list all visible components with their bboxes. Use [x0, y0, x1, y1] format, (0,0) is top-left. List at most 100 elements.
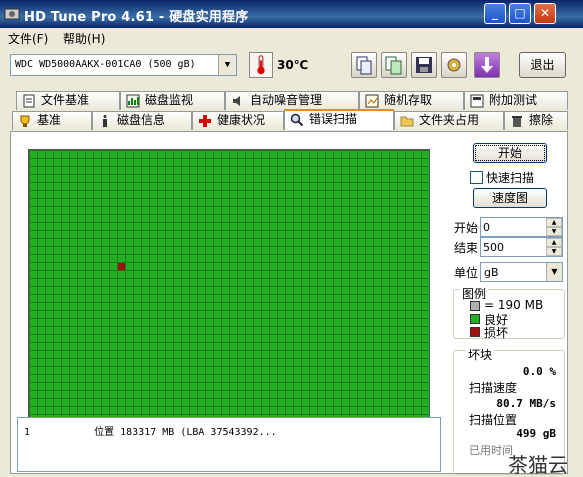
scan-block [198, 215, 205, 222]
scan-block [62, 391, 69, 398]
scan-block [390, 231, 397, 238]
tab-health[interactable]: 健康状况 [192, 111, 284, 130]
scan-block [302, 351, 309, 358]
scan-block [422, 183, 429, 190]
scan-block [62, 359, 69, 366]
scan-block [142, 207, 149, 214]
download-button[interactable] [474, 52, 500, 78]
scan-block [366, 391, 373, 398]
scan-block [246, 223, 253, 230]
tab-disk-info[interactable]: 磁盘信息 [92, 111, 192, 130]
scan-block [62, 199, 69, 206]
scan-block [70, 215, 77, 222]
scan-block [110, 207, 117, 214]
scan-block [214, 351, 221, 358]
scan-block [150, 263, 157, 270]
unit-label: 单位 [454, 266, 479, 280]
scan-block [38, 199, 45, 206]
tab-benchmark[interactable]: 基准 [12, 111, 92, 130]
scan-block [390, 327, 397, 334]
spin-down-icon[interactable]: ▼ [546, 247, 562, 256]
exit-button[interactable]: 退出 [519, 52, 566, 78]
scan-block [46, 407, 53, 414]
minimize-button[interactable]: _ [484, 3, 506, 24]
scan-block [246, 287, 253, 294]
scan-block [358, 231, 365, 238]
scan-block [142, 271, 149, 278]
scan-block [158, 327, 165, 334]
save-button[interactable] [411, 52, 437, 78]
quick-scan-checkbox[interactable] [470, 171, 483, 184]
scan-block [38, 231, 45, 238]
speed-map-button[interactable]: 速度图 [473, 188, 547, 208]
scan-block [94, 199, 101, 206]
menu-file[interactable]: 文件(F) [8, 30, 48, 47]
scan-block [326, 359, 333, 366]
scan-block [246, 303, 253, 310]
scan-block [270, 247, 277, 254]
scan-block [190, 335, 197, 342]
position-value: 499 gB [516, 427, 556, 440]
scan-block [110, 167, 117, 174]
scan-block [158, 183, 165, 190]
scan-block [38, 159, 45, 166]
scan-block [46, 239, 53, 246]
start-position-input[interactable]: 0 ▲ ▼ [480, 217, 563, 237]
scan-block [398, 383, 405, 390]
scan-block [110, 303, 117, 310]
scan-block [46, 247, 53, 254]
scan-block [70, 287, 77, 294]
scan-block [374, 359, 381, 366]
scan-block [326, 311, 333, 318]
spin-up-icon[interactable]: ▲ [546, 238, 562, 247]
options-button[interactable] [441, 52, 467, 78]
unit-select[interactable]: gB ▼ [480, 262, 563, 282]
tab-extra-tests[interactable]: 附加测试 [464, 91, 568, 110]
drive-select[interactable]: WDC WD5000AAKX-001CA0 (500 gB) ▼ [10, 54, 237, 76]
spin-up-icon[interactable]: ▲ [546, 218, 562, 227]
scan-block [198, 151, 205, 158]
window-title: HD Tune Pro 4.61 - 硬盘实用程序 [24, 10, 249, 25]
scan-block [174, 159, 181, 166]
tab-error-scan[interactable]: 错误扫描 [284, 109, 394, 130]
maximize-button[interactable]: □ [509, 3, 531, 24]
scan-block [246, 367, 253, 374]
tab-acoustic-management[interactable]: 自动噪音管理 [225, 91, 359, 110]
scan-block [374, 175, 381, 182]
end-position-input[interactable]: 500 ▲ ▼ [480, 237, 563, 257]
scan-block [382, 167, 389, 174]
scan-block [94, 383, 101, 390]
scan-block [30, 335, 37, 342]
tab-folder-usage[interactable]: 文件夹占用 [394, 111, 504, 130]
tab-random-access[interactable]: 随机存取 [359, 91, 464, 110]
scan-block [326, 295, 333, 302]
scan-block [70, 407, 77, 414]
menu-help[interactable]: 帮助(H) [63, 30, 105, 47]
scan-block [214, 311, 221, 318]
tab-disk-monitor[interactable]: 磁盘监视 [120, 91, 225, 110]
scan-block [414, 279, 421, 286]
scan-block [262, 207, 269, 214]
app-icon [4, 8, 20, 20]
scan-block [286, 343, 293, 350]
scan-block [190, 375, 197, 382]
scan-block [254, 223, 261, 230]
close-button[interactable]: ✕ [534, 3, 556, 24]
start-button[interactable]: 开始 [473, 143, 547, 163]
scan-block [302, 215, 309, 222]
scan-block [38, 399, 45, 406]
copy-info-button[interactable] [351, 52, 377, 78]
tab-erase[interactable]: 擦除 [504, 111, 568, 130]
copy-screenshot-button[interactable] [381, 52, 407, 78]
scan-block [126, 343, 133, 350]
scan-block [262, 159, 269, 166]
scan-block [126, 383, 133, 390]
spin-down-icon[interactable]: ▼ [546, 227, 562, 236]
tab-file-benchmark[interactable]: 文件基准 [16, 91, 120, 110]
scan-block [406, 351, 413, 358]
scan-block [262, 383, 269, 390]
scan-block [46, 231, 53, 238]
scan-log[interactable]: 1 位置 183317 MB (LBA 37543392... [17, 417, 441, 472]
scan-block [334, 191, 341, 198]
scan-block [358, 303, 365, 310]
